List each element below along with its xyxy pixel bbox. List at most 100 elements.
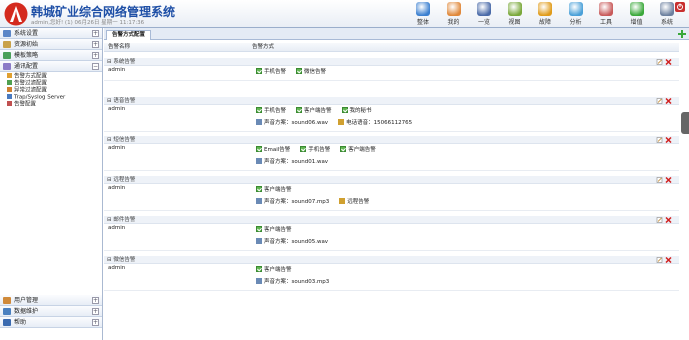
group-header[interactable]: ⊟ 系统告警 (104, 58, 679, 66)
alarm-detail-label: 声音方案：sound07.mp3 (264, 199, 330, 205)
edit-icon[interactable] (656, 217, 663, 223)
alarm-method-option[interactable]: Email告警 (256, 146, 290, 154)
checkbox-checked-icon[interactable] (341, 107, 348, 113)
checkbox-checked-icon[interactable] (296, 68, 303, 74)
alarm-method-label: 微信告警 (304, 69, 327, 75)
toolbar-button-7[interactable]: 增值 (624, 1, 650, 27)
toolbar-button-0[interactable]: 整体 (410, 1, 436, 27)
expand-icon[interactable]: + (92, 297, 99, 304)
tree-item[interactable]: 异常过滤配置 (0, 87, 102, 94)
expand-icon[interactable]: + (92, 308, 99, 315)
row-actions (656, 217, 672, 223)
tree-item[interactable]: 告警过滤配置 (0, 80, 102, 87)
delete-icon[interactable] (665, 98, 672, 104)
side-collapse-handle[interactable] (681, 112, 689, 134)
view-list-icon (477, 2, 491, 16)
edit-icon[interactable] (656, 59, 663, 65)
speaker-icon (256, 238, 262, 244)
add-icon[interactable] (678, 30, 686, 38)
alarm-method-option[interactable]: 客户端告警 (340, 146, 376, 154)
users-icon (3, 297, 11, 304)
table-row: admin 客户端告警 声音方案：sound07.mp3 远程告警 (104, 184, 679, 211)
alarm-method-option[interactable]: 手机告警 (256, 107, 286, 115)
sidebar-section[interactable]: 帮助 + (0, 317, 102, 328)
alarm-method-option[interactable]: 微信告警 (296, 68, 326, 76)
group-header[interactable]: ⊟ 语音告警 (104, 97, 679, 105)
alarm-method-option[interactable]: 客户端告警 (256, 186, 292, 194)
plus-icon (629, 2, 644, 16)
alarm-method-option[interactable]: 手机告警 (300, 146, 330, 154)
toolbar-button-4[interactable]: 故障 (532, 1, 558, 27)
delete-icon[interactable] (665, 59, 672, 65)
toolbar-button-2[interactable]: 一览 (471, 1, 497, 27)
edit-icon[interactable] (656, 257, 663, 263)
delete-icon[interactable] (665, 217, 672, 223)
expand-icon[interactable]: + (92, 41, 99, 48)
row-actions (656, 177, 672, 183)
edit-icon[interactable] (656, 98, 663, 104)
checkbox-checked-icon[interactable] (256, 226, 262, 232)
row-actions (656, 98, 672, 104)
sidebar-section[interactable]: 数据维护 + (0, 306, 102, 317)
edit-icon[interactable] (656, 177, 663, 183)
template-icon (3, 52, 11, 59)
trap-server-icon (7, 94, 12, 99)
alarm-method-option[interactable]: 客户端告警 (256, 266, 292, 274)
checkbox-checked-icon[interactable] (300, 146, 307, 152)
alarm-methods-line: 客户端告警 (256, 266, 302, 273)
sidebar-section[interactable]: 资源初始 + (0, 39, 102, 50)
checkbox-checked-icon[interactable] (256, 68, 262, 74)
logo-icon (4, 2, 28, 26)
delete-icon[interactable] (665, 137, 672, 143)
group-name: ⊟ 语音告警 (107, 98, 136, 104)
group-header[interactable]: ⊟ 远程告警 (104, 176, 679, 184)
checkbox-checked-icon[interactable] (256, 146, 262, 152)
delete-icon[interactable] (665, 257, 672, 263)
edit-icon[interactable] (656, 137, 663, 143)
tree-item[interactable]: 告警方式配置 (0, 73, 102, 80)
tree-item[interactable]: 告警配置 (0, 101, 102, 108)
tab-bar: 告警方式配置 (104, 28, 689, 40)
checkbox-checked-icon[interactable] (340, 146, 347, 152)
alarm-method-option[interactable]: 客户端告警 (296, 107, 332, 115)
alarm-detail: 声音方案：sound01.wav (256, 158, 328, 166)
toolbar-button-6[interactable]: 工具 (593, 1, 619, 27)
toolbar-button-3[interactable]: 视图 (502, 1, 528, 27)
expand-icon[interactable]: + (92, 52, 99, 59)
checkbox-checked-icon[interactable] (296, 107, 303, 113)
alarm-methods-line: 客户端告警 (256, 186, 302, 193)
sidebar-section-label: 数据维护 (14, 308, 39, 315)
alarm-method-option[interactable]: 客户端告警 (256, 226, 292, 234)
expand-icon[interactable]: + (92, 30, 99, 37)
sidebar-section[interactable]: 通讯配置 − (0, 61, 102, 72)
tree-item-label: Trap/Syslog Server (14, 94, 66, 101)
tree-item[interactable]: Trap/Syslog Server (0, 94, 102, 101)
alarm-method-label: 手机告警 (264, 69, 287, 75)
topology-icon (507, 2, 522, 16)
group-name: ⊟ 远程告警 (107, 177, 136, 183)
alarm-detail-label: 声音方案：sound01.wav (264, 159, 329, 165)
toolbar-button-1[interactable]: 我的 (441, 1, 467, 27)
group-header[interactable]: ⊟ 微信告警 (104, 256, 679, 264)
sidebar-section[interactable]: 用户管理 + (0, 295, 102, 306)
group-name: ⊟ 微信告警 (107, 257, 136, 263)
table-row: admin 手机告警 客户端告警 我的秘书 声音方案：sound06.wav 电话语音：1… (104, 105, 679, 132)
collapse-icon[interactable]: − (92, 63, 99, 70)
alarm-method-option[interactable]: 我的秘书 (341, 107, 372, 115)
checkbox-checked-icon[interactable] (256, 266, 262, 272)
alarm-detail-label: 声音方案：sound05.wav (264, 239, 329, 245)
delete-icon[interactable] (665, 177, 672, 183)
alarm-detail: 远程告警 (339, 198, 369, 206)
group-header[interactable]: ⊟ 邮件告警 (104, 216, 679, 224)
toolbar-button-5[interactable]: 分析 (563, 1, 589, 27)
sidebar: 系统设置 + 资源初始 + 模板策略 + 通讯配置 − 告警方式配置 告警过滤配置 异常过滤配置 T… (0, 28, 103, 340)
tab-alarm-method-config[interactable]: 告警方式配置 (106, 30, 152, 40)
exit-icon[interactable] (674, 1, 686, 13)
sidebar-section[interactable]: 模板策略 + (0, 50, 102, 61)
checkbox-checked-icon[interactable] (256, 107, 262, 113)
expand-icon[interactable]: + (92, 319, 99, 326)
checkbox-checked-icon[interactable] (256, 186, 262, 192)
sidebar-section[interactable]: 系统设置 + (0, 28, 102, 39)
group-header[interactable]: ⊟ 短信告警 (104, 136, 679, 144)
alarm-method-option[interactable]: 手机告警 (256, 68, 286, 76)
